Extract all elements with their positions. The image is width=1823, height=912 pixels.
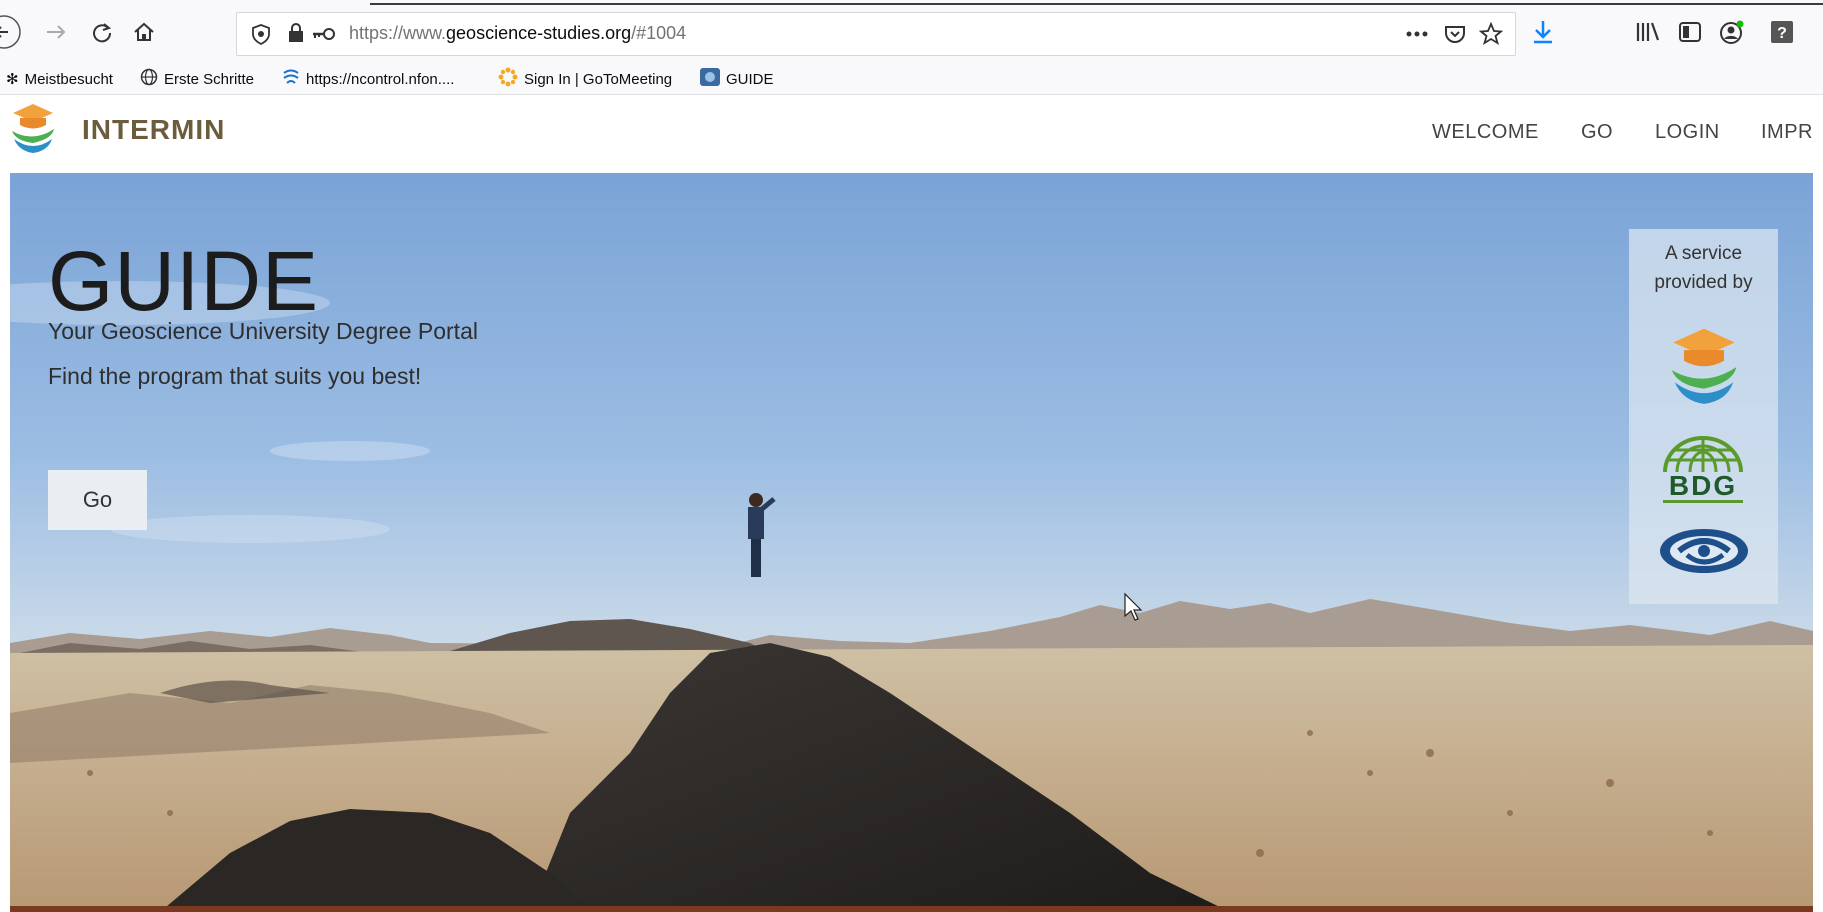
provider-caption: A service provided by [1629,239,1778,297]
bookmark-label: Erste Schritte [164,70,255,88]
geoscience-society-logo-icon[interactable] [1657,525,1751,582]
brand-name: INTERMIN [82,113,226,145]
key-permission-icon[interactable] [311,25,337,48]
bookmark-ncontrol[interactable]: https://ncontrol.nfon.... [282,68,454,90]
url-prefix: https://www. [349,23,447,43]
bookmark-guide[interactable]: GUIDE [700,68,774,90]
bookmark-meistbesucht[interactable]: ✻ Meistbesucht [6,68,113,90]
back-arrow-icon [0,15,21,49]
provider-box: A service provided by BDG [1629,229,1778,604]
nav-welcome[interactable]: WELCOME [1432,121,1539,144]
hero-subtitle-portal: Your Geoscience University Degree Portal [48,318,478,344]
library-icon[interactable] [1632,16,1664,48]
gear-icon: ✻ [6,71,19,88]
hero-bottom-bar [10,906,1813,912]
back-button[interactable] [0,14,30,50]
forward-arrow-icon [47,25,66,39]
page-actions-icon[interactable] [1404,21,1430,47]
hero-title: GUIDE [48,234,320,328]
window-edge-line [370,3,1823,5]
svg-text:?: ? [1777,25,1787,42]
nav-login[interactable]: LOGIN [1655,121,1720,144]
reload-button[interactable] [84,14,120,50]
bdg-provider-logo[interactable]: BDG [1657,434,1749,504]
provider-line-2: provided by [1654,272,1753,293]
gotomeeting-icon [498,67,518,91]
url-domain: geoscience-studies.org [446,23,632,43]
hero-section: GUIDE Your Geoscience University Degree … [10,173,1813,912]
reload-icon [93,23,112,43]
provider-line-1: A service [1664,243,1743,264]
hero-subtitle-program: Find the program that suits you best! [48,363,422,389]
guide-favicon [700,68,720,90]
hiker-figure [748,493,776,577]
intermin-logo-icon [10,99,56,160]
pocket-icon[interactable] [1442,21,1468,47]
extension-icon[interactable]: ? [1766,16,1798,48]
bookmark-gotomeeting[interactable]: Sign In | GoToMeeting [498,67,673,91]
bookmark-star-icon[interactable] [1478,21,1504,47]
bookmark-label: Meistbesucht [24,70,113,88]
brand-link[interactable]: INTERMIN [10,99,225,160]
bookmark-label: https://ncontrol.nfon.... [306,70,455,88]
lock-icon[interactable] [287,22,305,49]
bookmark-erste-schritte[interactable]: Erste Schritte [140,68,254,90]
url-bar[interactable]: https://www.geoscience-studies.org/#1004 [236,12,1516,56]
bookmark-label: GUIDE [726,70,774,88]
go-button[interactable]: Go [48,470,147,530]
url-suffix: /#1004 [631,23,687,43]
bdg-logo-text: BDG [1668,470,1738,501]
home-icon [134,22,154,41]
nfon-icon [282,68,300,90]
site-header: INTERMIN WELCOME GO LOGIN IMPR [10,95,1813,173]
bdg-globe-icon [1663,436,1743,473]
account-icon[interactable] [1716,16,1748,48]
tracking-protection-icon[interactable] [251,23,271,50]
sidebar-icon[interactable] [1674,16,1706,48]
intermin-provider-logo-icon[interactable] [1667,321,1741,412]
download-icon[interactable] [1527,16,1559,48]
bdg-logo-underline [1663,500,1743,503]
globe-icon [140,68,158,90]
home-button[interactable] [126,14,162,50]
nav-go[interactable]: GO [1581,121,1613,144]
url-text[interactable]: https://www.geoscience-studies.org/#1004 [349,23,686,44]
nav-impressum[interactable]: IMPR [1761,121,1813,144]
bookmark-label: Sign In | GoToMeeting [524,70,673,88]
forward-button[interactable] [38,14,74,50]
browser-toolbar: https://www.geoscience-studies.org/#1004… [0,0,1823,64]
bookmarks-bar: ✻ Meistbesucht Erste Schritte https://nc… [0,64,1823,95]
